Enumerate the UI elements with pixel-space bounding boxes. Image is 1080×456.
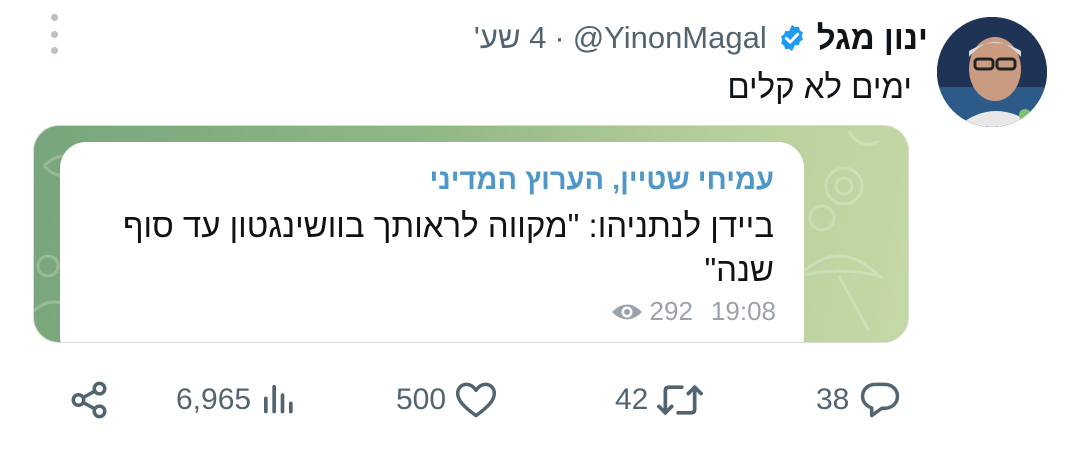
replies-count: 38 [816, 383, 850, 416]
embedded-author: עמיחי שטיין, הערוץ המדיני [429, 164, 775, 196]
tweet-header: ינון מגל @YinonMagal · 4 שע' [474, 16, 928, 60]
like-button[interactable]: 500 [396, 370, 498, 430]
tweet-actions: 6,965 500 42 38 [0, 370, 1080, 430]
reply-icon [861, 382, 900, 418]
verified-badge-icon [777, 23, 807, 53]
tweet-text: ימים לא קלים [727, 68, 912, 105]
embedded-views: 292 [649, 296, 693, 326]
tweet-media[interactable]: עמיחי שטיין, הערוץ המדיני ביידן לנתניהו:… [33, 125, 909, 343]
embedded-text: ביידן לנתניהו: "מקווה לראותך בוושינגטון … [122, 207, 774, 288]
retweets-count: 42 [615, 383, 649, 416]
more-icon[interactable] [44, 14, 64, 54]
post-time[interactable]: 4 שע' [474, 20, 546, 56]
embedded-meta: 292 19:08 [610, 296, 776, 327]
share-button[interactable] [68, 370, 110, 430]
embedded-message-bubble: עמיחי שטיין, הערוץ המדיני ביידן לנתניהו:… [60, 142, 804, 342]
retweet-button[interactable]: 42 [615, 370, 704, 430]
views-count: 6,965 [176, 383, 252, 416]
retweet-icon [657, 385, 704, 415]
like-icon [455, 382, 497, 418]
separator-dot: · [554, 20, 565, 55]
views-icon [264, 385, 293, 414]
reply-button[interactable]: 38 [816, 370, 903, 430]
author-handle[interactable]: @YinonMagal [573, 20, 767, 56]
likes-count: 500 [396, 383, 447, 416]
share-icon [71, 381, 107, 419]
embedded-time: 19:08 [710, 296, 776, 326]
author-avatar[interactable] [937, 17, 1047, 127]
author-name[interactable]: ינון מגל [817, 19, 928, 57]
eye-icon [611, 304, 642, 319]
views-button[interactable]: 6,965 [176, 370, 299, 430]
